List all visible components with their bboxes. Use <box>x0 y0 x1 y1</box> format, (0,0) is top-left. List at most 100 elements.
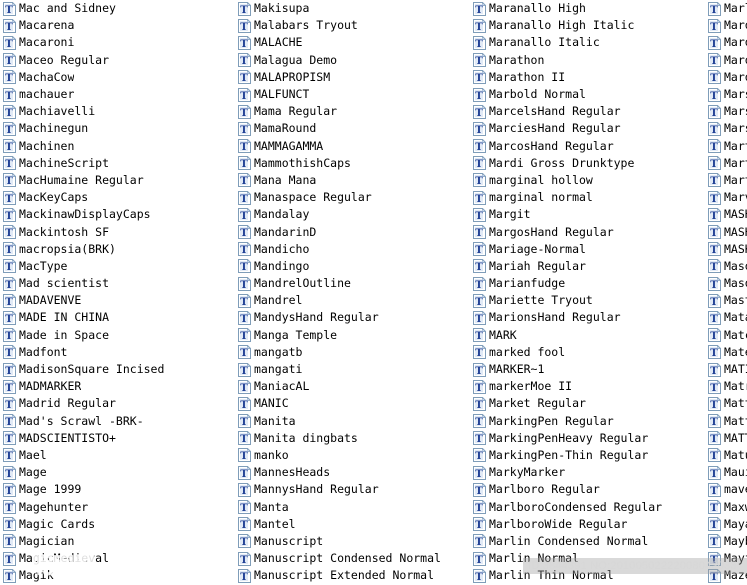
file-list-item[interactable]: T MASH <box>705 206 747 223</box>
file-list-item[interactable]: T Maceo Regular <box>0 52 235 69</box>
file-list-item[interactable]: T Mana Mana <box>235 172 470 189</box>
file-list-item[interactable]: T MachaCow <box>0 69 235 86</box>
file-list-item[interactable]: T Marlboro Regular <box>470 481 705 498</box>
file-list-item[interactable]: T Mage <box>0 464 235 481</box>
file-list-item[interactable]: T MacHumaine Regular <box>0 172 235 189</box>
file-list-item[interactable]: T Mason <box>705 258 747 275</box>
file-list-item[interactable]: T Made in Space <box>0 327 235 344</box>
file-list-item[interactable]: T Macaroni <box>0 34 235 51</box>
file-list-item[interactable]: T Machiavelli <box>0 103 235 120</box>
file-list-item[interactable]: T Marquisette <box>705 69 747 86</box>
file-list-item[interactable]: T MarcelsHand Regular <box>470 103 705 120</box>
file-list-item[interactable]: T Matterhorn <box>705 395 747 412</box>
file-list-item[interactable]: T Macarena <box>0 17 235 34</box>
file-list-item[interactable]: T MALACHE <box>235 34 470 51</box>
file-list-item[interactable]: T Manita dingbats <box>235 430 470 447</box>
file-list-item[interactable]: T Mateo <box>705 344 747 361</box>
file-list-item[interactable]: T Marsh Normal <box>705 103 747 120</box>
file-list-item[interactable]: T Marquee <box>705 34 747 51</box>
file-list-item[interactable]: T Magik <box>0 567 235 584</box>
file-list-item[interactable]: T Makisupa <box>235 0 470 17</box>
file-list-item[interactable]: T Marly-BoldBB Normal <box>705 0 747 17</box>
file-list-item[interactable]: T Marlin Normal <box>470 550 705 567</box>
file-list-item[interactable]: T MannysHand Regular <box>235 481 470 498</box>
file-list-item[interactable]: T MachineScript <box>0 155 235 172</box>
file-list-item[interactable]: Tmacropsia(BRK) <box>0 241 235 258</box>
file-list-item[interactable]: T Mandicho <box>235 241 470 258</box>
file-list-item[interactable]: Tmangati <box>235 361 470 378</box>
file-list-item[interactable]: T Marathon <box>470 52 705 69</box>
file-list-item[interactable]: T MackinawDisplayCaps <box>0 206 235 223</box>
file-list-item[interactable]: T Manuscript <box>235 533 470 550</box>
file-list-item[interactable]: T MadisonSquare Incised <box>0 361 235 378</box>
file-list-item[interactable]: Tmarginal normal <box>470 189 705 206</box>
file-list-item[interactable]: T Mantel <box>235 516 470 533</box>
file-list-item[interactable]: T Manga Temple <box>235 327 470 344</box>
file-list-item[interactable]: T Madfont <box>0 344 235 361</box>
file-list-item[interactable]: T MargosHand Regular <box>470 223 705 240</box>
file-list-item[interactable]: T MarkingPenHeavy Regular <box>470 430 705 447</box>
file-list-item[interactable]: T Mac and Sidney <box>0 0 235 17</box>
file-list-item[interactable]: T Magehunter <box>0 498 235 515</box>
file-list-item[interactable]: T Maturasc <box>705 447 747 464</box>
file-list-item[interactable]: T Maxwell <box>705 498 747 515</box>
file-list-item[interactable]: T Magic Cards <box>0 516 235 533</box>
file-list-item[interactable]: T MarionsHand Regular <box>470 309 705 326</box>
file-list-item[interactable]: T MARK <box>470 327 705 344</box>
file-list-item[interactable]: T Marquis <box>705 52 747 69</box>
file-list-item[interactable]: T Matrix <box>705 378 747 395</box>
file-list-item[interactable]: T Maze <box>705 567 747 584</box>
file-list-item[interactable]: T Mackintosh SF <box>0 223 235 240</box>
file-list-item[interactable]: T Manuscript Condensed Normal <box>235 550 470 567</box>
file-list-item[interactable]: T Maranallo High <box>470 0 705 17</box>
file-list-item[interactable]: T MASK <box>705 241 747 258</box>
file-list-item[interactable]: T Maui <box>705 464 747 481</box>
file-list-item[interactable]: T MarkingPen-Thin Regular <box>470 447 705 464</box>
file-list-item[interactable]: T Machinegun <box>0 120 235 137</box>
file-list-item[interactable]: T MALFUNCT <box>235 86 470 103</box>
file-list-item[interactable]: TmarkerMoe II <box>470 378 705 395</box>
file-list-item[interactable]: T Mandalay <box>235 206 470 223</box>
file-list-item[interactable]: T Marschel Normal <box>705 86 747 103</box>
file-list-item[interactable]: T Marvel <box>705 189 747 206</box>
file-list-item[interactable]: T Marathon II <box>470 69 705 86</box>
file-list-item[interactable]: T MagicMedieval <box>0 550 235 567</box>
file-list-item[interactable]: T Marbold Normal <box>470 86 705 103</box>
file-list-item[interactable]: Tmachauer <box>0 86 235 103</box>
file-list-item[interactable]: T MAMMAGAMMA <box>235 138 470 155</box>
file-list-item[interactable]: T Mandrel <box>235 292 470 309</box>
file-list-item[interactable]: T Maranallo High Italic <box>470 17 705 34</box>
file-list-item[interactable]: T Manita <box>235 413 470 430</box>
file-list-item[interactable]: T Matchbook <box>705 327 747 344</box>
file-list-item[interactable]: T Mad's Scrawl -BRK- <box>0 413 235 430</box>
file-list-item[interactable]: Tmangatb <box>235 344 470 361</box>
file-list-item[interactable]: T Malagua Demo <box>235 52 470 69</box>
file-list-item[interactable]: T Marq <box>705 17 747 34</box>
file-list-item[interactable]: T Mama Regular <box>235 103 470 120</box>
file-list-item[interactable]: T Mata <box>705 309 747 326</box>
file-list-item[interactable]: T Marlin Thin Normal <box>470 567 705 584</box>
file-list-item[interactable]: T Market Regular <box>470 395 705 412</box>
file-list-item[interactable]: T Mandingo <box>235 258 470 275</box>
file-list-item[interactable]: T Mage 1999 <box>0 481 235 498</box>
file-list-item[interactable]: T Malabars Tryout <box>235 17 470 34</box>
file-list-item[interactable]: T MATISSE <box>705 361 747 378</box>
file-list-item[interactable]: T MADMARKER <box>0 378 235 395</box>
file-list-item[interactable]: T Master <box>705 292 747 309</box>
file-list-item[interactable]: T Madrid Regular <box>0 395 235 412</box>
font-file-list[interactable]: T Mac and Sidney T Macarena T Macaroni T Maceo … <box>0 0 747 585</box>
file-list-item[interactable]: T MarkingPen Regular <box>470 413 705 430</box>
file-list-item[interactable]: T MADE IN CHINA <box>0 309 235 326</box>
file-list-item[interactable]: T Manta <box>235 498 470 515</box>
file-list-item[interactable]: T MASHED <box>705 223 747 240</box>
file-list-item[interactable]: T MacKeyCaps <box>0 189 235 206</box>
file-list-item[interactable]: T Mardi Gross Drunktype <box>470 155 705 172</box>
file-list-item[interactable]: T MARKER~1 <box>470 361 705 378</box>
file-list-item[interactable]: T Magician <box>0 533 235 550</box>
file-list-item[interactable]: T MandysHand Regular <box>235 309 470 326</box>
file-list-item[interactable]: T Mad scientist <box>0 275 235 292</box>
file-list-item[interactable]: T MarkyMarker <box>470 464 705 481</box>
file-list-item[interactable]: T Mayfair <box>705 550 747 567</box>
file-list-item[interactable]: T MarciesHand Regular <box>470 120 705 137</box>
file-list-item[interactable]: T MarlboroWide Regular <box>470 516 705 533</box>
